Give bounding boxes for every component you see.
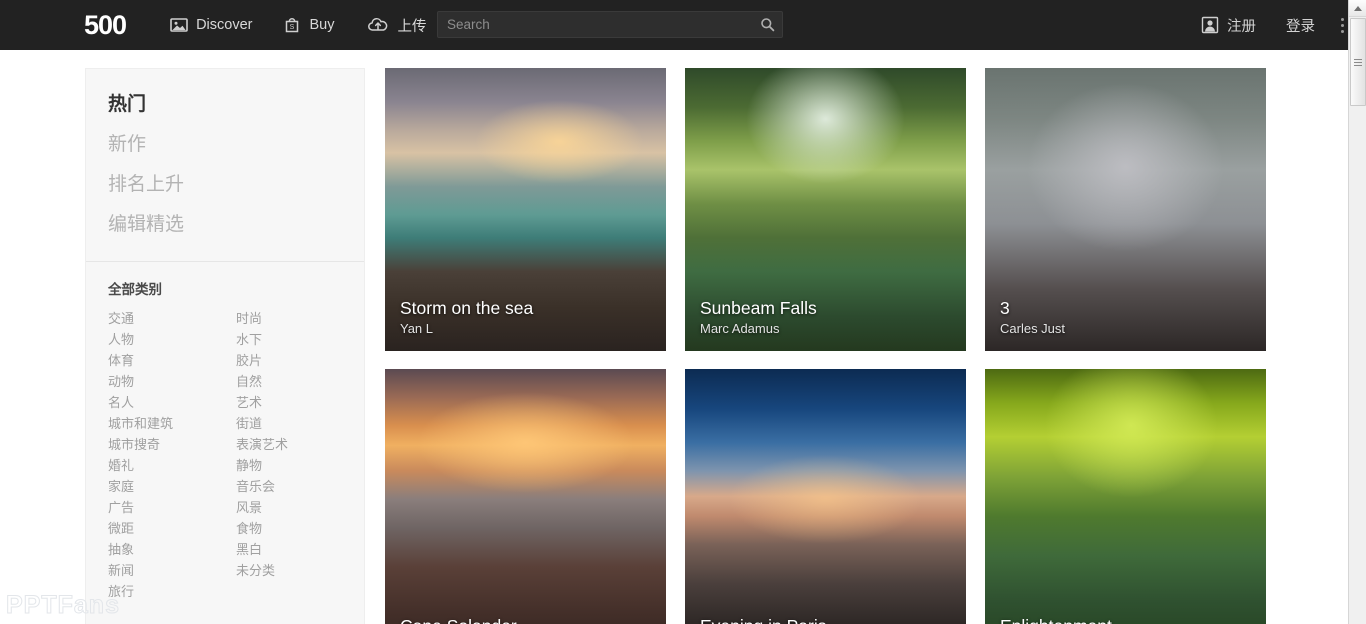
login-label: 登录 xyxy=(1286,18,1315,35)
nav-label-upload: 上传 xyxy=(397,18,427,35)
category-item[interactable]: 体育 xyxy=(108,350,236,371)
photo-card[interactable]: Cape Solander xyxy=(385,369,666,624)
photo-caption: Sunbeam Falls Marc Adamus xyxy=(685,297,966,351)
login-button[interactable]: 登录 xyxy=(1286,15,1315,36)
kebab-dot-2 xyxy=(1341,23,1344,27)
category-item[interactable]: 城市和建筑 xyxy=(108,413,236,434)
photo-title: Enlightenment xyxy=(1000,615,1266,624)
site-logo[interactable]: 500 xyxy=(84,11,127,39)
categories-column-left: 交通 人物 体育 动物 名人 城市和建筑 城市搜奇 婚礼 家庭 广告 微距 抽象… xyxy=(108,308,236,602)
cloud-upload-icon xyxy=(367,16,389,34)
photo-grid-row: Cape Solander Evening in Paris Enlighten… xyxy=(385,369,1285,624)
image-icon xyxy=(170,16,188,34)
photo-grid: Storm on the sea Yan L Sunbeam Falls Mar… xyxy=(385,68,1285,624)
category-item[interactable]: 旅行 xyxy=(108,581,236,602)
category-item[interactable]: 风景 xyxy=(236,497,364,518)
category-item[interactable]: 名人 xyxy=(108,392,236,413)
category-item[interactable]: 微距 xyxy=(108,518,236,539)
grip-lines-icon xyxy=(1354,58,1362,66)
kebab-dot-3 xyxy=(1341,29,1344,33)
category-item[interactable]: 胶片 xyxy=(236,350,364,371)
categories-heading: 全部类别 xyxy=(108,282,162,297)
categories-column-right: 时尚 水下 胶片 自然 艺术 街道 表演艺术 静物 音乐会 风景 食物 黑白 未… xyxy=(236,308,364,602)
photo-title: Evening in Paris xyxy=(700,615,966,624)
photo-card[interactable]: Storm on the sea Yan L xyxy=(385,68,666,351)
kebab-dot-1 xyxy=(1341,17,1344,21)
category-item[interactable]: 时尚 xyxy=(236,308,364,329)
sidebar-item-fresh[interactable]: 新作 xyxy=(86,125,364,165)
category-item[interactable]: 家庭 xyxy=(108,476,236,497)
photo-author: Yan L xyxy=(400,321,434,336)
photo-title: Cape Solander xyxy=(400,615,666,624)
photo-card[interactable]: Sunbeam Falls Marc Adamus xyxy=(685,68,966,351)
photo-caption: Storm on the sea Yan L xyxy=(385,297,666,351)
photo-title: Sunbeam Falls xyxy=(700,298,817,318)
watermark: PPTFans xyxy=(6,591,120,620)
photo-card[interactable]: Enlightenment xyxy=(985,369,1266,624)
photo-thumbnail xyxy=(985,369,1266,624)
photo-thumbnail xyxy=(385,369,666,624)
category-item[interactable]: 艺术 xyxy=(236,392,364,413)
photo-grid-row: Storm on the sea Yan L Sunbeam Falls Mar… xyxy=(385,68,1285,351)
category-item[interactable]: 抽象 xyxy=(108,539,236,560)
photo-thumbnail xyxy=(685,369,966,624)
category-item[interactable]: 人物 xyxy=(108,329,236,350)
category-item[interactable]: 交通 xyxy=(108,308,236,329)
photo-card[interactable]: 3 Carles Just xyxy=(985,68,1266,351)
top-navigation-bar: 500 Discover S Buy 上传 Search 注册 登录 xyxy=(0,0,1366,50)
photo-caption: Enlightenment xyxy=(985,615,1266,624)
kebab-menu-icon[interactable] xyxy=(1337,12,1348,39)
photo-title: 3 xyxy=(1000,298,1010,318)
search-icon xyxy=(760,17,775,32)
sidebar-item-upcoming[interactable]: 排名上升 xyxy=(86,165,364,205)
category-item[interactable]: 食物 xyxy=(236,518,364,539)
photo-caption: Evening in Paris xyxy=(685,615,966,624)
photo-caption: Cape Solander xyxy=(385,615,666,624)
category-item[interactable]: 黑白 xyxy=(236,539,364,560)
sidebar: 热门 新作 排名上升 编辑精选 全部类别 交通 人物 体育 动物 名人 城市和建… xyxy=(85,68,365,624)
category-item[interactable]: 广告 xyxy=(108,497,236,518)
user-icon xyxy=(1201,16,1219,34)
photo-caption: 3 Carles Just xyxy=(985,297,1266,351)
photo-author: Marc Adamus xyxy=(700,321,780,336)
category-item[interactable]: 静物 xyxy=(236,455,364,476)
photo-author: Carles Just xyxy=(1000,321,1066,336)
nav-item-buy[interactable]: S Buy xyxy=(283,0,334,50)
header-account-area: 注册 登录 xyxy=(1201,0,1348,50)
category-item[interactable]: 城市搜奇 xyxy=(108,434,236,455)
caret-up-icon xyxy=(1353,5,1362,11)
category-item[interactable]: 自然 xyxy=(236,371,364,392)
photo-title: Storm on the sea xyxy=(400,298,534,318)
svg-text:S: S xyxy=(290,24,295,31)
page-root: 500 Discover S Buy 上传 Search 注册 登录 热门 新作… xyxy=(0,0,1366,624)
nav-label-discover: Discover xyxy=(196,17,253,33)
category-item[interactable]: 动物 xyxy=(108,371,236,392)
search-button[interactable] xyxy=(752,12,782,37)
register-button[interactable]: 注册 xyxy=(1201,15,1256,36)
categories-columns: 交通 人物 体育 动物 名人 城市和建筑 城市搜奇 婚礼 家庭 广告 微距 抽象… xyxy=(86,308,364,602)
search-input[interactable] xyxy=(438,12,752,37)
sidebar-nav-list: 热门 新作 排名上升 编辑精选 xyxy=(86,69,364,251)
photo-card[interactable]: Evening in Paris xyxy=(685,369,966,624)
vertical-scrollbar[interactable] xyxy=(1348,0,1366,624)
nav-item-upload[interactable]: 上传 xyxy=(367,0,426,50)
shopping-bag-icon: S xyxy=(283,16,301,34)
register-label: 注册 xyxy=(1227,18,1256,35)
scroll-up-arrow-icon[interactable] xyxy=(1349,0,1366,17)
category-item[interactable]: 街道 xyxy=(236,413,364,434)
category-item[interactable]: 婚礼 xyxy=(108,455,236,476)
category-item[interactable]: 新闻 xyxy=(108,560,236,581)
category-item[interactable]: 未分类 xyxy=(236,560,364,581)
nav-label-buy: Buy xyxy=(309,17,335,33)
nav-item-discover[interactable]: Discover xyxy=(170,0,252,50)
category-item[interactable]: 表演艺术 xyxy=(236,434,364,455)
category-item[interactable]: 水下 xyxy=(236,329,364,350)
sidebar-item-popular[interactable]: 热门 xyxy=(86,85,364,125)
search-bar[interactable] xyxy=(437,11,783,38)
category-item[interactable]: 音乐会 xyxy=(236,476,364,497)
sidebar-item-editors-choice[interactable]: 编辑精选 xyxy=(86,205,364,245)
scrollbar-thumb[interactable] xyxy=(1350,18,1366,106)
